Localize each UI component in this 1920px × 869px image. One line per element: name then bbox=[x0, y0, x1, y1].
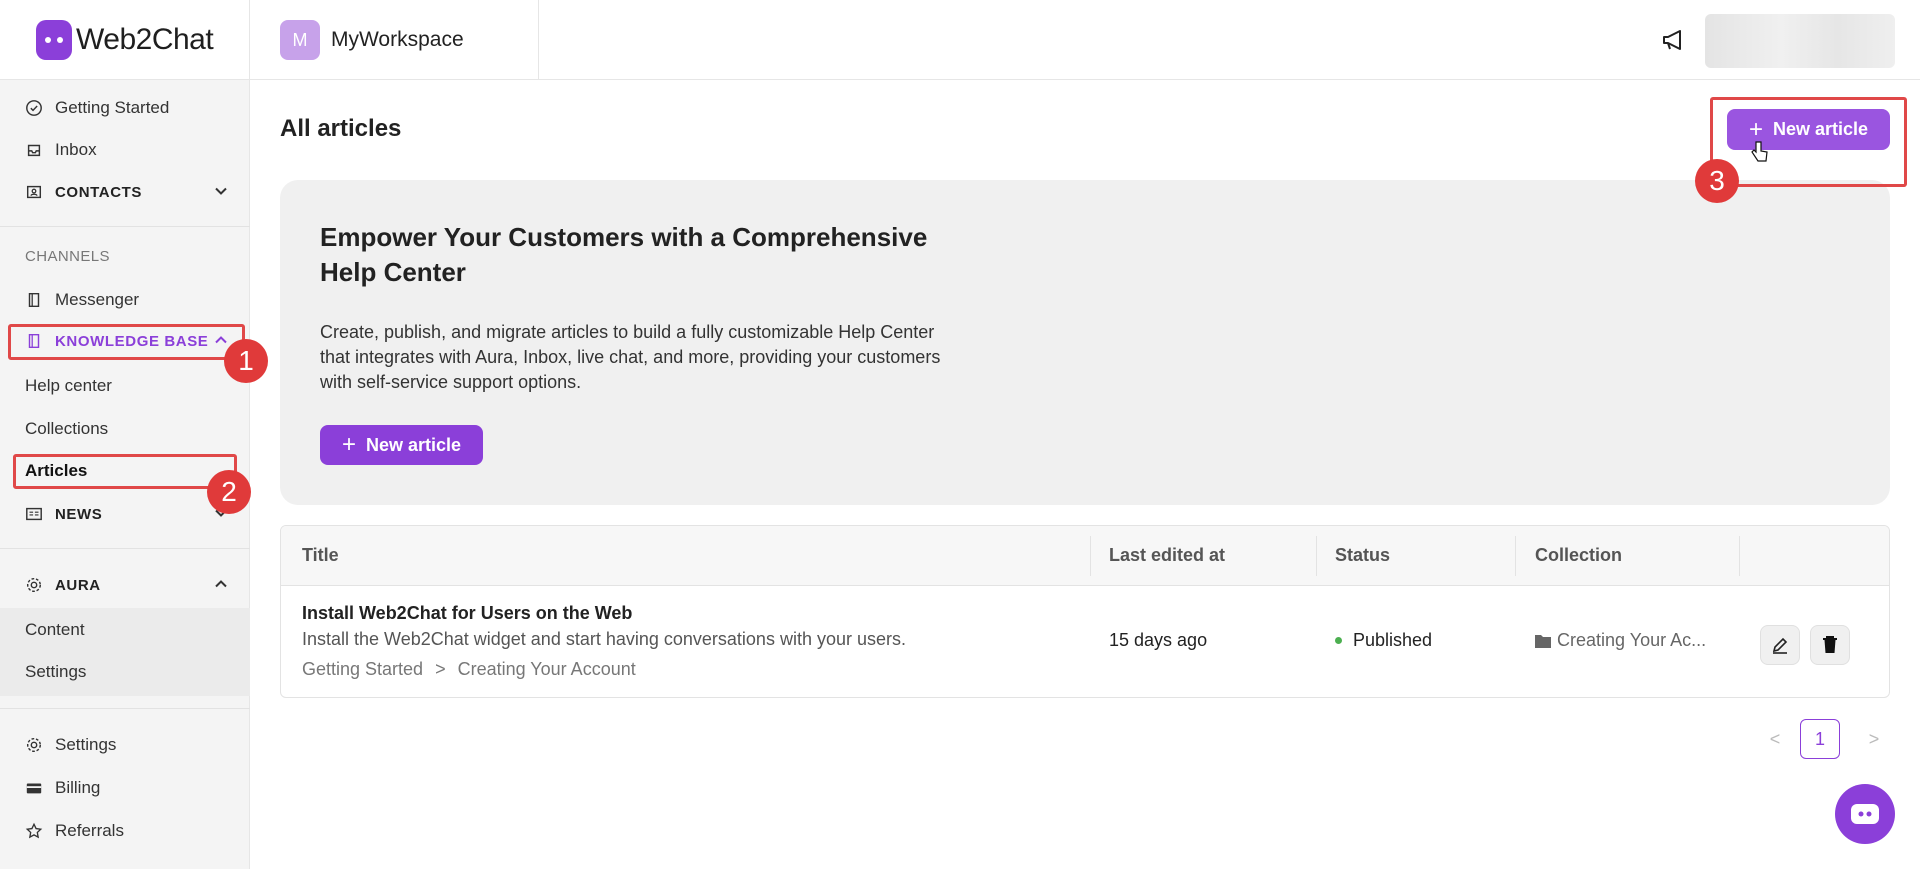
step-badge-2: 2 bbox=[207, 470, 251, 514]
breadcrumb-separator: > bbox=[435, 659, 446, 679]
sidebar-item-inbox[interactable]: Inbox bbox=[0, 130, 250, 170]
newspaper-icon bbox=[25, 505, 43, 523]
logo-icon bbox=[36, 19, 72, 60]
book-icon bbox=[25, 291, 43, 309]
column-header-title[interactable]: Title bbox=[302, 545, 339, 566]
collection-name: Creating Your Ac... bbox=[1557, 630, 1707, 650]
sidebar-item-messenger[interactable]: Messenger bbox=[0, 280, 250, 320]
sidebar-item-contacts[interactable]: CONTACTS bbox=[0, 172, 250, 212]
banner-new-article-button[interactable]: + New article bbox=[320, 425, 483, 465]
sidebar-item-label: Billing bbox=[55, 778, 101, 797]
highlight-knowledge-base bbox=[8, 324, 245, 360]
hand-cursor-icon bbox=[1751, 141, 1768, 162]
sidebar-divider bbox=[0, 708, 250, 709]
chevron-up-icon bbox=[215, 580, 227, 588]
highlight-new-article bbox=[1710, 97, 1907, 187]
column-divider bbox=[1515, 536, 1516, 576]
table-header: Title Last edited at Status Collection bbox=[281, 526, 1889, 586]
chevron-down-icon bbox=[215, 187, 227, 195]
sidebar-item-help-center[interactable]: Help center bbox=[0, 367, 250, 405]
plus-icon: + bbox=[341, 431, 356, 458]
star-icon bbox=[25, 822, 43, 840]
empty-state-banner: Empower Your Customers with a Comprehens… bbox=[280, 180, 1890, 505]
workspace-switcher[interactable]: M MyWorkspace bbox=[280, 20, 464, 60]
sidebar-item-collections[interactable]: Collections bbox=[0, 410, 250, 448]
sidebar-divider bbox=[0, 548, 250, 549]
delete-button[interactable] bbox=[1810, 625, 1850, 665]
breadcrumb-child: Creating Your Account bbox=[457, 659, 636, 679]
pagination-prev-button[interactable]: < bbox=[1765, 719, 1785, 759]
sidebar-item-label: NEWS bbox=[55, 505, 103, 523]
sidebar-item-label: Settings bbox=[55, 735, 117, 754]
logo[interactable]: Web2Chat bbox=[0, 0, 249, 80]
sidebar-item-label: Referrals bbox=[55, 821, 124, 840]
article-breadcrumb: Getting Started > Creating Your Account bbox=[302, 659, 636, 680]
sidebar-item-getting-started[interactable]: Getting Started bbox=[0, 88, 250, 128]
app: Web2Chat Getting Started Inbox CONTACTS … bbox=[0, 0, 1920, 869]
highlight-articles bbox=[13, 454, 237, 489]
sidebar-item-referrals[interactable]: Referrals bbox=[0, 811, 250, 851]
sidebar-item-aura[interactable]: AURA bbox=[0, 565, 250, 605]
page-title: All articles bbox=[280, 115, 402, 142]
workspace-avatar: M bbox=[280, 20, 320, 60]
breadcrumb-parent: Getting Started bbox=[302, 659, 424, 679]
column-header-status[interactable]: Status bbox=[1335, 545, 1390, 566]
sidebar-item-label: CONTACTS bbox=[55, 183, 143, 201]
column-divider bbox=[1739, 536, 1740, 576]
sidebar-item-label: Getting Started bbox=[55, 98, 170, 117]
step-badge-1: 1 bbox=[224, 339, 268, 383]
pagination-page-1[interactable]: 1 bbox=[1800, 719, 1840, 759]
contacts-icon bbox=[25, 183, 43, 201]
new-article-label: New article bbox=[365, 434, 462, 455]
sidebar-divider bbox=[0, 226, 250, 227]
banner-heading: Empower Your Customers with a Comprehens… bbox=[320, 222, 928, 287]
pencil-icon bbox=[1772, 637, 1788, 654]
sidebar-item-aura-content[interactable]: Content bbox=[0, 611, 250, 649]
collection-cell: Creating Your Ac... bbox=[1535, 630, 1706, 651]
inbox-icon bbox=[25, 141, 43, 159]
article-description: Install the Web2Chat widget and start ha… bbox=[302, 629, 906, 649]
check-circle-icon bbox=[25, 99, 43, 117]
table-row[interactable]: Install Web2Chat for Users on the Web In… bbox=[281, 587, 1889, 697]
megaphone-icon[interactable] bbox=[1660, 26, 1688, 54]
column-divider bbox=[1316, 536, 1317, 576]
articles-table: Title Last edited at Status Collection I… bbox=[280, 525, 1890, 698]
sidebar-section-channels: CHANNELS bbox=[25, 247, 110, 265]
trash-icon bbox=[1823, 636, 1837, 653]
status-label: Published bbox=[1353, 630, 1433, 650]
status-badge: Published bbox=[1335, 630, 1432, 651]
article-title[interactable]: Install Web2Chat for Users on the Web bbox=[302, 603, 632, 624]
sidebar-item-label: AURA bbox=[55, 576, 101, 594]
workspace-name: MyWorkspace bbox=[331, 28, 464, 51]
sidebar-item-settings[interactable]: Settings bbox=[0, 725, 250, 765]
chatbot-icon bbox=[1851, 804, 1879, 824]
sidebar-item-aura-settings[interactable]: Settings bbox=[0, 653, 250, 691]
chat-launcher-button[interactable] bbox=[1835, 784, 1895, 844]
status-dot-icon bbox=[1335, 637, 1342, 644]
credit-card-icon bbox=[25, 779, 43, 797]
folder-icon bbox=[1535, 634, 1551, 648]
edit-button[interactable] bbox=[1760, 625, 1800, 665]
column-divider bbox=[1090, 536, 1091, 576]
header-divider bbox=[538, 0, 539, 80]
sidebar: Web2Chat Getting Started Inbox CONTACTS … bbox=[0, 0, 250, 869]
column-header-last-edited[interactable]: Last edited at bbox=[1109, 545, 1225, 566]
brand-name: Web2Chat bbox=[76, 22, 214, 56]
gear-icon bbox=[25, 576, 43, 594]
column-header-collection[interactable]: Collection bbox=[1535, 545, 1622, 566]
sidebar-item-billing[interactable]: Billing bbox=[0, 768, 250, 808]
sidebar-item-label: Messenger bbox=[55, 290, 140, 309]
banner-body: Create, publish, and migrate articles to… bbox=[320, 322, 941, 392]
step-badge-3: 3 bbox=[1695, 159, 1739, 203]
pagination-next-button[interactable]: > bbox=[1864, 719, 1884, 759]
topbar: M MyWorkspace bbox=[250, 0, 1920, 80]
last-edited-value: 15 days ago bbox=[1109, 630, 1208, 650]
sidebar-item-label: Inbox bbox=[55, 140, 97, 159]
user-menu-avatar[interactable] bbox=[1705, 14, 1895, 68]
gear-icon bbox=[25, 736, 43, 754]
